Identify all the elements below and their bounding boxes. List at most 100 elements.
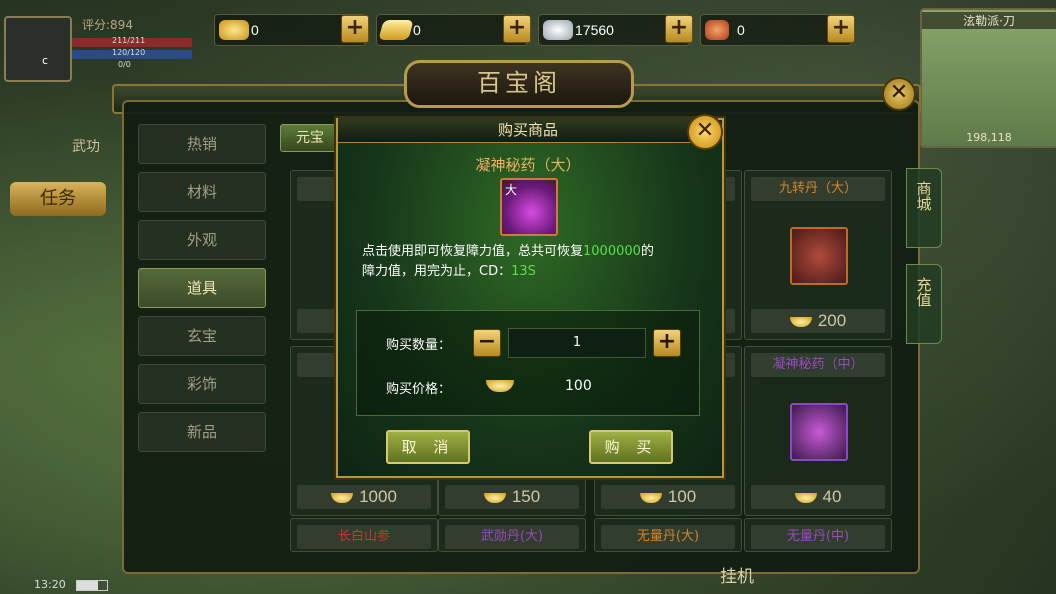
category-label: 玄宝: [186, 327, 217, 345]
score-text: 评分:894: [82, 18, 133, 32]
increase-qty-button[interactable]: +: [653, 329, 681, 357]
item-price-value: 1000: [359, 487, 397, 506]
purchase-panel: [356, 310, 700, 416]
item-icon: [790, 227, 848, 285]
cancel-button[interactable]: 取 消: [386, 430, 470, 464]
item-name: 无量丹(大): [601, 525, 735, 549]
map-coords: 198,118: [966, 131, 1012, 144]
buy-label: 购 买: [604, 438, 658, 456]
decrease-qty-button[interactable]: −: [473, 329, 501, 357]
tab-mall[interactable]: 商城: [906, 168, 942, 248]
add-silver-button[interactable]: +: [665, 15, 693, 43]
price-label: 购买价格：: [386, 382, 452, 397]
desc-amount: 1000000: [583, 244, 641, 259]
buy-button[interactable]: 购 买: [589, 430, 673, 464]
dialog-title: 购买商品: [338, 118, 718, 143]
tab-recharge-label: 充值: [914, 277, 933, 307]
red-pouch-icon: [705, 20, 729, 40]
add-pouch-button[interactable]: +: [827, 15, 855, 43]
tab-yuanbao-label: 元宝: [296, 130, 324, 146]
dialog-item-icon: 大: [500, 178, 558, 236]
item-price: 40: [751, 485, 885, 509]
silver-ingot-icon: [543, 20, 573, 40]
close-shop-button[interactable]: ✕: [882, 77, 916, 111]
currency-value: 0: [251, 22, 259, 38]
item-name: 长白山参: [297, 525, 431, 549]
item-name: 无量丹(中): [751, 525, 885, 549]
add-gold-ingot-button[interactable]: +: [341, 15, 369, 43]
skill-label[interactable]: 武功: [72, 136, 100, 156]
desc-part-b: 的: [640, 244, 654, 259]
dialog-item-name: 凝神秘药（大）: [475, 156, 581, 174]
item-price-value: 100: [667, 487, 697, 506]
player-avatar[interactable]: [4, 16, 72, 82]
item-size-badge: 大: [505, 183, 518, 197]
category-5[interactable]: 彩饰: [138, 364, 266, 404]
price-value: 100: [565, 378, 592, 394]
gold-bar-icon: [378, 20, 414, 40]
qty-value: 1: [572, 335, 582, 350]
category-label: 外观: [186, 231, 217, 249]
category-label: 热销: [186, 135, 217, 153]
item-name: 九转丹（大）: [751, 177, 885, 201]
item-price-value: 150: [511, 487, 541, 506]
hp-text: 211/211: [112, 36, 146, 45]
minimap[interactable]: 泫勒派·刀 198,118: [920, 8, 1056, 148]
desc-cd: 13S: [511, 264, 536, 279]
add-gold-bar-button[interactable]: +: [503, 15, 531, 43]
category-1[interactable]: 材料: [138, 172, 266, 212]
hangup-label[interactable]: 挂机: [720, 562, 754, 587]
mp-text: 120/120: [112, 48, 146, 57]
qty-label: 购买数量：: [386, 338, 452, 353]
currency-value: 0: [413, 22, 421, 38]
battery-icon: [76, 580, 108, 591]
desc-part-a: 点击使用即可恢复障力值，总共可恢复: [362, 244, 584, 259]
tab-yuanbao[interactable]: 元宝: [280, 124, 340, 152]
gold-ingot-icon: [794, 492, 817, 503]
item-price: 200: [751, 309, 885, 333]
category-0[interactable]: 热销: [138, 124, 266, 164]
clock-text: 13:20: [34, 578, 66, 591]
item-price: 150: [445, 485, 579, 509]
category-6[interactable]: 新品: [138, 412, 266, 452]
item-icon: [790, 403, 848, 461]
gold-ingot-icon: [789, 316, 812, 327]
player-level: c: [42, 54, 49, 67]
tab-mall-label: 商城: [914, 181, 933, 211]
item-price-value: 40: [822, 487, 842, 506]
quest-button[interactable]: 任务: [10, 182, 106, 216]
item-price: 100: [601, 485, 735, 509]
tab-recharge[interactable]: 充值: [906, 264, 942, 344]
dialog-description: 点击使用即可恢复障力值，总共可恢复1000000的 障力值，用完为止，CD：13…: [362, 242, 702, 282]
gold-ingot-icon: [639, 492, 662, 503]
shop-item-cell[interactable]: 无量丹(中): [744, 518, 892, 552]
item-name: 凝神秘药（中）: [751, 353, 885, 377]
qty-input[interactable]: 1: [508, 328, 646, 358]
item-price-value: 200: [817, 311, 847, 330]
category-4[interactable]: 玄宝: [138, 316, 266, 356]
currency-value: 17560: [575, 22, 614, 38]
cancel-label: 取 消: [401, 438, 455, 456]
category-label: 新品: [186, 423, 217, 441]
shop-item-cell[interactable]: 凝神秘药（中） 40: [744, 346, 892, 516]
category-label: 材料: [186, 183, 217, 201]
gold-ingot-icon: [483, 492, 506, 503]
gold-ingot-icon: [219, 20, 249, 40]
shop-title: 百宝阁: [404, 60, 634, 108]
close-dialog-button[interactable]: ✕: [687, 114, 723, 150]
shop-item-cell[interactable]: 武勋丹(大): [438, 518, 586, 552]
map-name: 泫勒派·刀: [922, 12, 1056, 29]
currency-value: 0: [737, 22, 745, 38]
shop-item-cell[interactable]: 九转丹（大） 200: [744, 170, 892, 340]
desc-part-c: 障力值，用完为止，CD：: [362, 264, 512, 279]
item-price: 1000: [297, 485, 431, 509]
exp-text: 0/0: [118, 60, 131, 69]
item-name: 武勋丹(大): [445, 525, 579, 549]
gold-ingot-icon: [331, 492, 354, 503]
category-2[interactable]: 外观: [138, 220, 266, 260]
category-label: 彩饰: [186, 375, 217, 393]
category-3[interactable]: 道具: [138, 268, 266, 308]
shop-item-cell[interactable]: 长白山参: [290, 518, 438, 552]
category-label: 道具: [186, 279, 217, 297]
shop-item-cell[interactable]: 无量丹(大): [594, 518, 742, 552]
